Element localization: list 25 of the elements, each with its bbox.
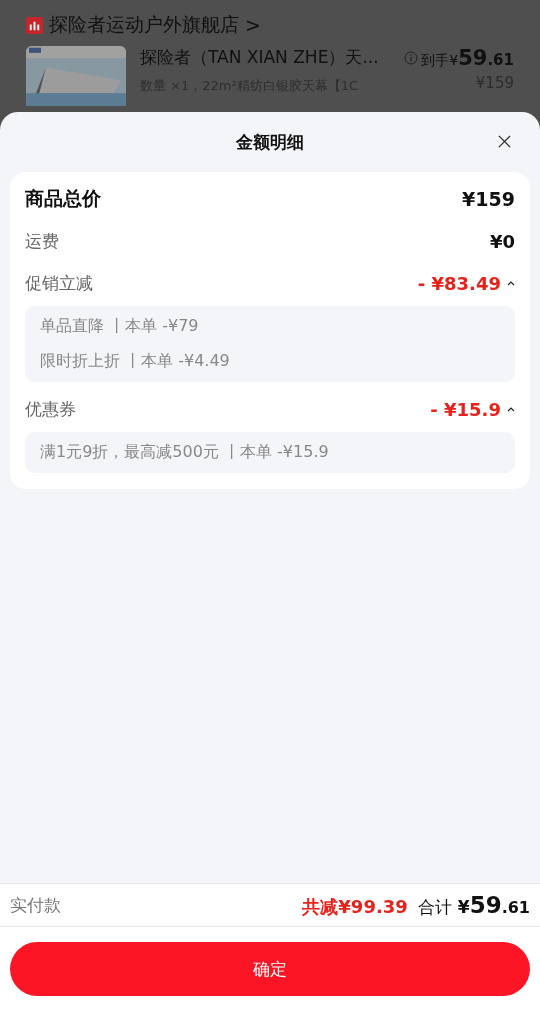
close-icon[interactable] — [497, 134, 512, 149]
store-icon — [26, 16, 43, 34]
total-label: 合计 — [417, 895, 452, 919]
chevron-icon: > — [245, 14, 261, 36]
sheet-title: 金额明细 — [236, 130, 304, 154]
row-amount: - ¥15.9 — [430, 398, 501, 420]
confirm-button[interactable]: 确定 — [10, 942, 530, 996]
caret-up-icon[interactable] — [507, 406, 515, 412]
row-label: 促销立减 — [25, 271, 93, 295]
row-label: 运费 — [25, 229, 59, 253]
total-price: ¥59.61 — [457, 891, 530, 918]
store-name[interactable]: 探险者运动户外旗舰店 — [49, 12, 239, 38]
caret-up-icon[interactable] — [507, 280, 515, 286]
detail-line: 限时折上折 丨本单 -¥4.49 — [40, 351, 231, 372]
product-title: 探险者（TAN XIAN ZHE）天... — [140, 46, 380, 69]
detail-line: 满1元9折，最高减500元 丨本单 -¥15.9 — [40, 442, 330, 463]
payment-label: 实付款 — [10, 893, 61, 917]
final-price: 到手¥59.61 — [421, 46, 514, 70]
detail-line: 单品直降 丨本单 -¥79 — [40, 316, 200, 337]
row-amount: ¥0 — [489, 230, 515, 252]
row-amount: ¥159 — [462, 188, 515, 210]
row-amount: - ¥83.49 — [417, 272, 501, 294]
row-label: 商品总价 — [25, 186, 101, 211]
total-saved: 共减¥99.39 — [302, 894, 408, 919]
row-label: 优惠券 — [25, 397, 76, 421]
